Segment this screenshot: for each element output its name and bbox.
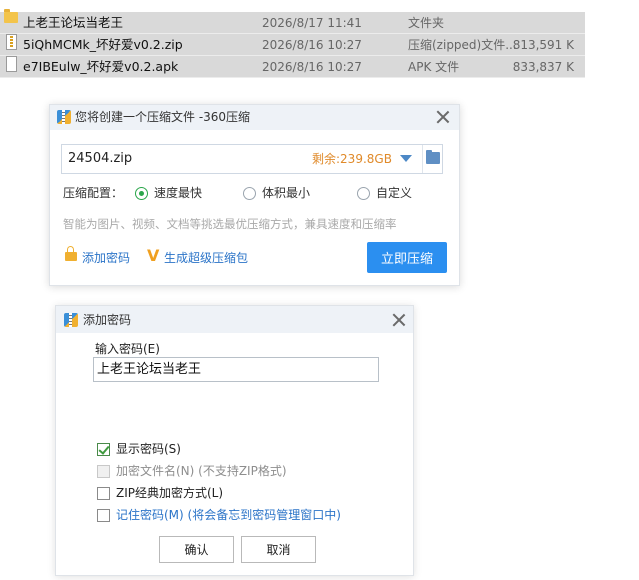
file-name: 5iQhMCMk_坏好爱v0.2.zip (23, 37, 183, 52)
radio-custom[interactable] (357, 187, 370, 200)
360zip-app-icon (64, 313, 78, 327)
file-size: 833,837 K (512, 60, 574, 74)
file-date: 2026/8/16 10:27 (262, 38, 362, 52)
confirm-button[interactable]: 确认 (159, 536, 234, 563)
encrypt-filenames-checkbox (97, 465, 110, 478)
file-row[interactable]: 上老王论坛当老王 2026/8/17 11:41 文件夹 (0, 9, 585, 34)
close-icon[interactable] (435, 109, 451, 125)
radio-fastest-label[interactable]: 速度最快 (154, 184, 202, 202)
file-date: 2026/8/17 11:41 (262, 16, 362, 30)
radio-custom-label[interactable]: 自定义 (376, 184, 412, 202)
add-password-title: 添加密码 (83, 313, 132, 327)
close-icon[interactable] (391, 312, 407, 328)
cancel-button[interactable]: 取消 (241, 536, 316, 563)
zip-classic-encryption-label[interactable]: ZIP经典加密方式(L) (116, 484, 223, 502)
zip-file-icon (6, 34, 17, 50)
radio-smallest-label[interactable]: 体积最小 (262, 184, 310, 202)
password-input[interactable]: 上老王论坛当老王 (93, 357, 379, 382)
compress-hint-text: 智能为图片、视频、文档等挑选最优压缩方式，兼具速度和压缩率 (63, 217, 397, 231)
compress-config-label: 压缩配置： (63, 186, 124, 200)
add-password-link[interactable]: 添加密码 (82, 249, 130, 267)
360zip-app-icon (57, 110, 71, 124)
file-name: e7IBEulw_坏好爱v0.2.apk (23, 59, 179, 74)
remember-password-label[interactable]: 记住密码(M) (将会备忘到密码管理窗口中) (116, 506, 341, 524)
radio-smallest[interactable] (243, 187, 256, 200)
super-pack-link[interactable]: 生成超级压缩包 (164, 249, 248, 267)
free-space-label: 剩余:239.8GB (312, 152, 392, 166)
output-path-field[interactable]: 24504.zip 剩余:239.8GB (61, 144, 443, 174)
compress-dialog-title: 您将创建一个压缩文件 -360压缩 (75, 110, 251, 124)
compress-dialog-titlebar[interactable]: 您将创建一个压缩文件 -360压缩 (50, 105, 459, 130)
file-size: 813,591 K (512, 38, 574, 52)
apk-file-icon (6, 56, 17, 72)
file-date: 2026/8/16 10:27 (262, 60, 362, 74)
compress-dialog: 您将创建一个压缩文件 -360压缩 24504.zip 剩余:239.8GB 压… (49, 104, 460, 286)
file-name: 上老王论坛当老王 (23, 15, 124, 30)
lock-icon[interactable] (65, 246, 77, 261)
show-password-checkbox[interactable] (97, 443, 110, 456)
add-password-titlebar[interactable]: 添加密码 (56, 306, 413, 333)
file-type: 文件夹 (408, 16, 445, 30)
file-type: APK 文件 (408, 60, 460, 74)
zip-classic-encryption-checkbox[interactable] (97, 487, 110, 500)
file-row[interactable]: 5iQhMCMk_坏好爱v0.2.zip 2026/8/16 10:27 压缩(… (0, 34, 585, 56)
show-password-label[interactable]: 显示密码(S) (116, 440, 181, 458)
browse-folder-icon[interactable] (426, 150, 440, 164)
file-row[interactable]: e7IBEulw_坏好爱v0.2.apk 2026/8/16 10:27 APK… (0, 56, 585, 78)
compress-now-button[interactable]: 立即压缩 (367, 242, 447, 273)
file-type: 压缩(zipped)文件... (408, 38, 517, 52)
folder-icon (4, 9, 18, 23)
encrypt-filenames-label: 加密文件名(N) (不支持ZIP格式) (116, 464, 287, 478)
output-filename[interactable]: 24504.zip (68, 145, 132, 173)
add-password-dialog: 添加密码 输入密码(E) 上老王论坛当老王 显示密码(S) 加密文件名(N) (… (55, 305, 414, 576)
remember-password-checkbox[interactable] (97, 509, 110, 522)
radio-fastest[interactable] (135, 187, 148, 200)
divider (422, 145, 423, 173)
password-input-label: 输入密码(E) (95, 342, 160, 356)
chevron-down-icon[interactable] (400, 155, 412, 162)
super-pack-v-icon: V (147, 246, 160, 265)
